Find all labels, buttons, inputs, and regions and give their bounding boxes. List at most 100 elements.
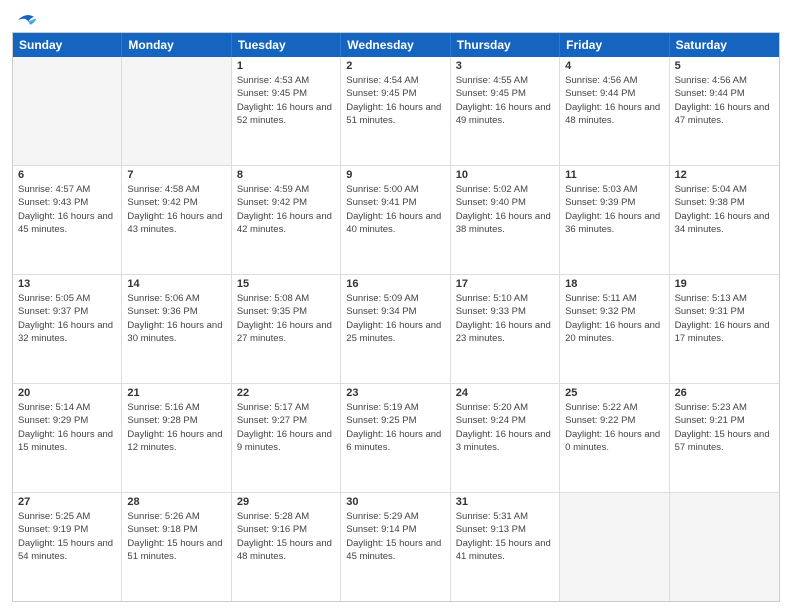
daylight-text: Daylight: 15 hours and 57 minutes. xyxy=(675,428,774,455)
sunset-text: Sunset: 9:32 PM xyxy=(565,305,663,318)
sunrise-text: Sunrise: 4:58 AM xyxy=(127,183,225,196)
sunrise-text: Sunrise: 4:56 AM xyxy=(675,74,774,87)
sunrise-text: Sunrise: 5:04 AM xyxy=(675,183,774,196)
sunrise-text: Sunrise: 5:29 AM xyxy=(346,510,444,523)
sunrise-text: Sunrise: 5:10 AM xyxy=(456,292,554,305)
sunset-text: Sunset: 9:42 PM xyxy=(237,196,335,209)
sunrise-text: Sunrise: 5:02 AM xyxy=(456,183,554,196)
day-number: 29 xyxy=(237,496,335,508)
sunset-text: Sunset: 9:43 PM xyxy=(18,196,116,209)
daylight-text: Daylight: 16 hours and 49 minutes. xyxy=(456,101,554,128)
weekday-header-saturday: Saturday xyxy=(670,33,779,57)
sunrise-text: Sunrise: 5:31 AM xyxy=(456,510,554,523)
sunset-text: Sunset: 9:34 PM xyxy=(346,305,444,318)
calendar-cell-10: 10Sunrise: 5:02 AMSunset: 9:40 PMDayligh… xyxy=(451,166,560,274)
sunset-text: Sunset: 9:33 PM xyxy=(456,305,554,318)
daylight-text: Daylight: 16 hours and 36 minutes. xyxy=(565,210,663,237)
day-number: 7 xyxy=(127,169,225,181)
sunset-text: Sunset: 9:35 PM xyxy=(237,305,335,318)
sunset-text: Sunset: 9:42 PM xyxy=(127,196,225,209)
daylight-text: Daylight: 16 hours and 20 minutes. xyxy=(565,319,663,346)
sunrise-text: Sunrise: 4:54 AM xyxy=(346,74,444,87)
calendar: SundayMondayTuesdayWednesdayThursdayFrid… xyxy=(12,32,780,602)
sunrise-text: Sunrise: 5:16 AM xyxy=(127,401,225,414)
sunset-text: Sunset: 9:45 PM xyxy=(346,87,444,100)
sunset-text: Sunset: 9:41 PM xyxy=(346,196,444,209)
calendar-cell-23: 23Sunrise: 5:19 AMSunset: 9:25 PMDayligh… xyxy=(341,384,450,492)
daylight-text: Daylight: 16 hours and 47 minutes. xyxy=(675,101,774,128)
daylight-text: Daylight: 16 hours and 9 minutes. xyxy=(237,428,335,455)
day-number: 13 xyxy=(18,278,116,290)
sunrise-text: Sunrise: 5:09 AM xyxy=(346,292,444,305)
calendar-cell-5: 5Sunrise: 4:56 AMSunset: 9:44 PMDaylight… xyxy=(670,57,779,165)
sunset-text: Sunset: 9:44 PM xyxy=(565,87,663,100)
calendar-cell-15: 15Sunrise: 5:08 AMSunset: 9:35 PMDayligh… xyxy=(232,275,341,383)
sunset-text: Sunset: 9:27 PM xyxy=(237,414,335,427)
sunset-text: Sunset: 9:45 PM xyxy=(237,87,335,100)
daylight-text: Daylight: 16 hours and 6 minutes. xyxy=(346,428,444,455)
calendar-cell-18: 18Sunrise: 5:11 AMSunset: 9:32 PMDayligh… xyxy=(560,275,669,383)
calendar-cell-20: 20Sunrise: 5:14 AMSunset: 9:29 PMDayligh… xyxy=(13,384,122,492)
daylight-text: Daylight: 16 hours and 32 minutes. xyxy=(18,319,116,346)
day-number: 21 xyxy=(127,387,225,399)
calendar-cell-16: 16Sunrise: 5:09 AMSunset: 9:34 PMDayligh… xyxy=(341,275,450,383)
day-number: 6 xyxy=(18,169,116,181)
calendar-row-2: 6 Sunrise: 4:57 AMSunset: 9:43 PM Daylight… xyxy=(13,166,779,275)
sunset-text: Sunset: 9:40 PM xyxy=(456,196,554,209)
daylight-text: Daylight: 16 hours and 48 minutes. xyxy=(565,101,663,128)
sunrise-text: Sunrise: 4:57 AM xyxy=(18,183,116,196)
daylight-text: Daylight: 16 hours and 51 minutes. xyxy=(346,101,444,128)
calendar-body: 1Sunrise: 4:53 AMSunset: 9:45 PMDaylight… xyxy=(13,57,779,601)
sunrise-text: Sunrise: 5:23 AM xyxy=(675,401,774,414)
day-number: 11 xyxy=(565,169,663,181)
sunset-text: Sunset: 9:28 PM xyxy=(127,414,225,427)
calendar-cell-22: 22Sunrise: 5:17 AMSunset: 9:27 PMDayligh… xyxy=(232,384,341,492)
sunset-text: Sunset: 9:36 PM xyxy=(127,305,225,318)
sunset-text: Sunset: 9:13 PM xyxy=(456,523,554,536)
sunrise-text: Sunrise: 5:22 AM xyxy=(565,401,663,414)
sunset-text: Sunset: 9:14 PM xyxy=(346,523,444,536)
sunrise-text: Sunrise: 5:26 AM xyxy=(127,510,225,523)
daylight-text: Daylight: 16 hours and 30 minutes. xyxy=(127,319,225,346)
sunrise-text: Sunrise: 5:13 AM xyxy=(675,292,774,305)
sunset-text: Sunset: 9:18 PM xyxy=(127,523,225,536)
day-number: 9 xyxy=(346,169,444,181)
calendar-cell-30: 30Sunrise: 5:29 AMSunset: 9:14 PMDayligh… xyxy=(341,493,450,601)
day-number: 28 xyxy=(127,496,225,508)
day-number: 27 xyxy=(18,496,116,508)
calendar-cell-31: 31Sunrise: 5:31 AMSunset: 9:13 PMDayligh… xyxy=(451,493,560,601)
sunset-text: Sunset: 9:38 PM xyxy=(675,196,774,209)
daylight-text: Daylight: 16 hours and 0 minutes. xyxy=(565,428,663,455)
calendar-row-3: 13Sunrise: 5:05 AMSunset: 9:37 PMDayligh… xyxy=(13,275,779,384)
sunrise-text: Sunrise: 5:25 AM xyxy=(18,510,116,523)
calendar-cell-empty xyxy=(13,57,122,165)
day-number: 25 xyxy=(565,387,663,399)
daylight-text: Daylight: 16 hours and 34 minutes. xyxy=(675,210,774,237)
sunrise-text: Sunrise: 4:53 AM xyxy=(237,74,335,87)
day-number: 19 xyxy=(675,278,774,290)
sunset-text: Sunset: 9:37 PM xyxy=(18,305,116,318)
sunset-text: Sunset: 9:31 PM xyxy=(675,305,774,318)
sunrise-text: Sunrise: 5:11 AM xyxy=(565,292,663,305)
day-number: 17 xyxy=(456,278,554,290)
day-number: 30 xyxy=(346,496,444,508)
daylight-text: Daylight: 16 hours and 17 minutes. xyxy=(675,319,774,346)
daylight-text: Daylight: 16 hours and 27 minutes. xyxy=(237,319,335,346)
calendar-cell-11: 11Sunrise: 5:03 AMSunset: 9:39 PMDayligh… xyxy=(560,166,669,274)
calendar-cell-24: 24Sunrise: 5:20 AMSunset: 9:24 PMDayligh… xyxy=(451,384,560,492)
weekday-header-thursday: Thursday xyxy=(451,33,560,57)
sunrise-text: Sunrise: 5:08 AM xyxy=(237,292,335,305)
calendar-row-4: 20Sunrise: 5:14 AMSunset: 9:29 PMDayligh… xyxy=(13,384,779,493)
sunset-text: Sunset: 9:22 PM xyxy=(565,414,663,427)
logo xyxy=(12,10,38,26)
day-number: 1 xyxy=(237,60,335,72)
calendar-cell-empty xyxy=(122,57,231,165)
weekday-header-wednesday: Wednesday xyxy=(341,33,450,57)
calendar-cell-21: 21 Sunrise: 5:16 AMSunset: 9:28 PMDayligh… xyxy=(122,384,231,492)
daylight-text: Daylight: 16 hours and 12 minutes. xyxy=(127,428,225,455)
calendar-cell-14: 14Sunrise: 5:06 AMSunset: 9:36 PMDayligh… xyxy=(122,275,231,383)
daylight-text: Daylight: 16 hours and 40 minutes. xyxy=(346,210,444,237)
weekday-header-friday: Friday xyxy=(560,33,669,57)
sunrise-text: Sunrise: 4:56 AM xyxy=(565,74,663,87)
calendar-cell-29: 29Sunrise: 5:28 AMSunset: 9:16 PMDayligh… xyxy=(232,493,341,601)
